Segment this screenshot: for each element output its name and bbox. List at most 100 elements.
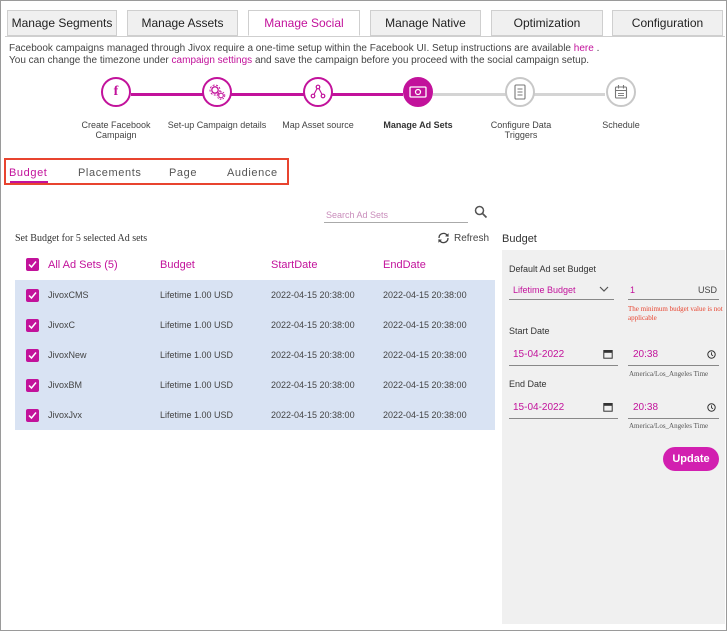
ad-set-name: JivoxBM — [48, 380, 83, 390]
table-row[interactable]: JivoxNew Lifetime 1.00 USD 2022-04-15 20… — [15, 340, 495, 370]
tab-page[interactable]: Page — [169, 167, 197, 179]
ad-set-end: 2022-04-15 20:38:00 — [383, 290, 467, 300]
row-checkbox[interactable] — [26, 379, 39, 392]
search-icon[interactable] — [474, 205, 488, 219]
checkmark-icon — [28, 412, 37, 420]
ad-set-end: 2022-04-15 20:38:00 — [383, 320, 467, 330]
info-line1-end: . — [596, 43, 600, 54]
refresh-icon — [438, 232, 449, 244]
budget-panel: Default Ad set Budget Lifetime Budget 1 … — [502, 250, 725, 624]
info-line1: Facebook campaigns managed through Jivox… — [9, 43, 571, 54]
ad-set-start: 2022-04-15 20:38:00 — [271, 410, 355, 420]
end-time-input[interactable]: 20:38 — [628, 397, 719, 419]
info-text: Facebook campaigns managed through Jivox… — [9, 43, 599, 67]
tab-optimization[interactable]: Optimization — [491, 10, 603, 36]
chevron-down-icon — [599, 286, 609, 292]
tab-manage-segments[interactable]: Manage Segments — [7, 10, 117, 36]
facebook-icon: f — [113, 84, 119, 99]
col-end-date: EndDate — [383, 259, 426, 271]
end-time-value: 20:38 — [633, 402, 659, 413]
step-label-schedule: Schedule — [602, 120, 640, 130]
step-create-facebook-campaign[interactable]: f — [101, 77, 131, 107]
budget-panel-title: Budget — [502, 233, 537, 245]
table-row[interactable]: JivoxBM Lifetime 1.00 USD 2022-04-15 20:… — [15, 370, 495, 400]
end-date-input[interactable]: 15-04-2022 — [509, 397, 618, 419]
table-row[interactable]: JivoxCMS Lifetime 1.00 USD 2022-04-15 20… — [15, 280, 495, 310]
app-frame: Manage Segments Manage Assets Manage Soc… — [0, 0, 727, 631]
col-all-ad-sets: All Ad Sets (5) — [48, 259, 118, 271]
setup-instructions-link[interactable]: here — [574, 43, 594, 54]
currency-label: USD — [697, 284, 717, 295]
start-time-input[interactable]: 20:38 — [628, 344, 719, 366]
table-row[interactable]: JivoxC Lifetime 1.00 USD 2022-04-15 20:3… — [15, 310, 495, 340]
ad-set-budget: Lifetime 1.00 USD — [160, 350, 234, 360]
step-manage-ad-sets[interactable] — [403, 77, 433, 107]
active-tab-underline — [10, 181, 48, 183]
budget-type-value: Lifetime Budget — [513, 284, 576, 295]
ad-set-start: 2022-04-15 20:38:00 — [271, 290, 355, 300]
tab-budget[interactable]: Budget — [9, 167, 47, 179]
calendar-icon — [603, 350, 613, 359]
refresh-button[interactable]: Refresh — [436, 232, 489, 244]
budget-amount-input[interactable]: 1 USD — [628, 280, 719, 300]
step-configure-data-triggers[interactable] — [505, 77, 535, 107]
start-timezone-label: America/Los_Angeles Time — [629, 370, 709, 378]
step-label-map-asset-source: Map Asset source — [282, 120, 354, 130]
row-checkbox[interactable] — [26, 319, 39, 332]
end-timezone-label: America/Los_Angeles Time — [629, 422, 709, 430]
ad-set-sub-tabs: Budget Placements Page Audience — [4, 158, 289, 185]
step-label-setup-campaign-details: Set-up Campaign details — [167, 120, 267, 130]
ad-set-budget: Lifetime 1.00 USD — [160, 380, 234, 390]
step-map-asset-source[interactable] — [303, 77, 333, 107]
tab-configuration[interactable]: Configuration — [612, 10, 723, 36]
checkmark-icon — [28, 261, 37, 269]
ad-set-start: 2022-04-15 20:38:00 — [271, 380, 355, 390]
tab-manage-social[interactable]: Manage Social — [248, 10, 360, 36]
budget-amount-value: 1 — [630, 284, 636, 295]
checkmark-icon — [28, 292, 37, 300]
search-input[interactable] — [324, 207, 468, 223]
tabs-divider — [5, 36, 725, 37]
refresh-label: Refresh — [454, 232, 490, 244]
gears-icon — [209, 84, 226, 100]
budget-type-select[interactable]: Lifetime Budget — [509, 280, 614, 300]
select-all-checkbox[interactable] — [26, 258, 39, 271]
money-icon — [409, 86, 427, 98]
step-label-configure-data-triggers: Configure Data Triggers — [490, 120, 552, 140]
start-date-input[interactable]: 15-04-2022 — [509, 344, 618, 366]
tab-audience[interactable]: Audience — [227, 167, 278, 179]
ad-set-start: 2022-04-15 20:38:00 — [271, 350, 355, 360]
checkmark-icon — [28, 322, 37, 330]
default-budget-label: Default Ad set Budget — [509, 264, 597, 274]
ad-set-name: JivoxCMS — [48, 290, 89, 300]
ad-set-end: 2022-04-15 20:38:00 — [383, 410, 467, 420]
calendar-icon — [603, 403, 613, 412]
tab-placements[interactable]: Placements — [78, 167, 141, 179]
step-setup-campaign-details[interactable] — [202, 77, 232, 107]
ad-set-search — [324, 205, 492, 225]
table-caption: Set Budget for 5 selected Ad sets — [15, 233, 148, 244]
budget-error-message: The minimum budget value is not applicab… — [628, 305, 723, 322]
clock-icon — [707, 350, 716, 359]
tab-manage-assets[interactable]: Manage Assets — [127, 10, 238, 36]
tab-manage-native[interactable]: Manage Native — [370, 10, 481, 36]
ad-set-name: JivoxC — [48, 320, 76, 330]
ad-set-end: 2022-04-15 20:38:00 — [383, 350, 467, 360]
ad-set-name: JivoxJvx — [48, 410, 83, 420]
col-budget: Budget — [160, 259, 195, 271]
step-label-create-facebook-campaign: Create Facebook Campaign — [81, 120, 151, 140]
step-schedule[interactable] — [606, 77, 636, 107]
table-header: All Ad Sets (5) Budget StartDate EndDate — [15, 250, 495, 280]
ad-set-budget: Lifetime 1.00 USD — [160, 410, 234, 420]
row-checkbox[interactable] — [26, 409, 39, 422]
campaign-settings-link[interactable]: campaign settings — [172, 55, 253, 66]
table-row[interactable]: JivoxJvx Lifetime 1.00 USD 2022-04-15 20… — [15, 400, 495, 430]
setup-stepper: f Create Facebook Campaign Set-up Campai… — [1, 77, 727, 147]
info-line2-end: and save the campaign before you proceed… — [254, 55, 590, 66]
row-checkbox[interactable] — [26, 349, 39, 362]
col-start-date: StartDate — [271, 259, 318, 271]
update-button[interactable]: Update — [663, 447, 719, 471]
row-checkbox[interactable] — [26, 289, 39, 302]
end-date-label: End Date — [509, 379, 547, 389]
checkmark-icon — [28, 382, 37, 390]
